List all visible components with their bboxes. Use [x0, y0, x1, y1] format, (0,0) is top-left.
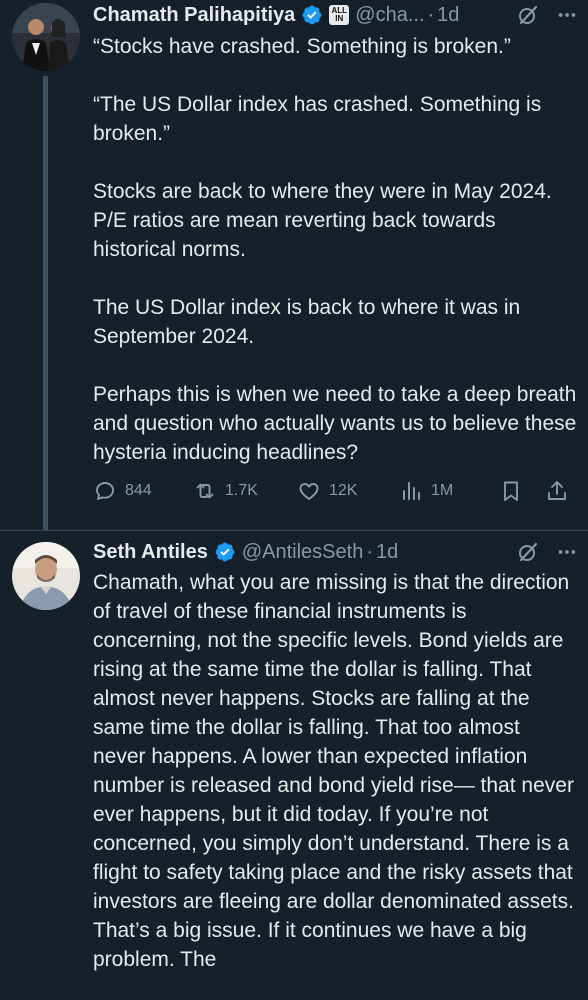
tweet-header: Seth Antiles @AntilesSeth · 1d — [93, 537, 578, 567]
tweet-text: Chamath, what you are missing is that th… — [93, 571, 580, 971]
repost-icon — [196, 483, 214, 499]
timestamp[interactable]: 1d — [437, 4, 459, 27]
tweet-chamath[interactable]: Chamath Palihapitiya ALL IN @cha... · 1d… — [0, 0, 588, 530]
author-handle[interactable]: @cha... — [355, 4, 424, 27]
separator-dot: · — [427, 3, 435, 26]
author-name[interactable]: Seth Antiles — [93, 541, 208, 564]
repost-button[interactable]: 1.7K — [193, 477, 258, 505]
tweet-seth[interactable]: Seth Antiles @AntilesSeth · 1d Chamath, … — [0, 530, 588, 1000]
reply-button[interactable]: 844 — [93, 477, 152, 505]
views-button[interactable]: 1M — [399, 477, 453, 505]
all-in-badge[interactable]: ALL IN — [329, 5, 350, 25]
views-count: 1M — [431, 482, 454, 499]
share-icon — [548, 481, 566, 500]
bookmark-icon — [504, 481, 518, 501]
grok-icon[interactable] — [516, 540, 540, 564]
repost-count: 1.7K — [225, 482, 258, 499]
author-handle[interactable]: @AntilesSeth — [242, 541, 363, 564]
reply-icon — [96, 482, 114, 500]
grok-icon[interactable] — [516, 3, 540, 27]
avatar[interactable] — [12, 3, 80, 71]
reply-count: 844 — [125, 482, 152, 499]
thread-line — [43, 76, 48, 530]
like-button[interactable]: 12K — [297, 477, 357, 505]
author-name[interactable]: Chamath Palihapitiya — [93, 4, 295, 27]
like-count: 12K — [329, 482, 358, 499]
action-bar: 844 1.7K 12K 1M — [93, 477, 577, 505]
more-icon[interactable] — [556, 4, 578, 26]
views-icon — [403, 482, 420, 500]
tweet-header: Chamath Palihapitiya ALL IN @cha... · 1d — [93, 0, 578, 30]
verified-icon — [302, 5, 322, 25]
badge-line-2: IN — [335, 14, 344, 23]
verified-icon — [215, 542, 235, 562]
avatar[interactable] — [12, 542, 80, 610]
tweet-text: “Stocks have crashed. Something is broke… — [93, 35, 577, 464]
more-icon[interactable] — [556, 541, 578, 563]
like-icon — [299, 483, 319, 500]
bookmark-button[interactable] — [499, 477, 523, 505]
timestamp[interactable]: 1d — [376, 541, 398, 564]
separator-dot: · — [366, 540, 373, 563]
share-button[interactable] — [545, 477, 569, 505]
